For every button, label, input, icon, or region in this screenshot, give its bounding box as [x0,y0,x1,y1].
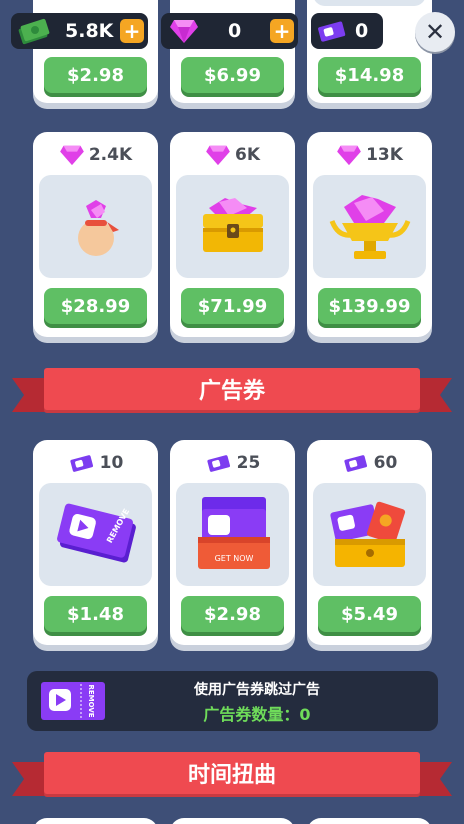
gem-amount: 13K [366,145,403,165]
time-warp-card-2[interactable] [170,818,295,824]
item-image-well: GET NOW [176,483,289,586]
card-header: 60 [307,450,432,476]
plus-icon: + [273,19,291,43]
get-now-text: GET NOW [214,554,253,563]
section-title: 时间扭曲 [44,752,420,794]
ticket-box-icon: GET NOW [197,496,270,569]
gem-amount: 6K [234,145,260,165]
item-image-well [313,175,426,278]
close-button[interactable]: ✕ [415,12,455,52]
ad-ticket-info-panel: REMOVE 使用广告券跳过广告 广告券数量：0 [27,671,438,731]
gem-pack-card-small[interactable]: 2.4K $28.99 [33,132,158,337]
time-warp-card-3[interactable] [307,818,432,824]
gem-amount: 2.4K [88,145,133,165]
ticket-amount: 10 [99,453,124,473]
close-icon: ✕ [424,18,446,46]
gem-icon [206,145,230,166]
item-image-well [313,483,426,586]
cash-icon [18,18,50,45]
treasure-chest-icon [202,197,263,252]
cash-amount: 5.8K [65,20,114,42]
gem-pack-card-large[interactable]: 13K $139.99 [307,132,432,337]
ticket-pack-card-large[interactable]: 60 $5.49 [307,440,432,645]
ad-ticket-icon [207,455,230,472]
price-button[interactable]: $71.99 [181,288,284,324]
gem-trophy-icon [329,194,410,259]
time-warp-card-1[interactable] [33,818,158,824]
info-line-1: 使用广告券跳过广告 [194,682,320,698]
card-header: 25 [170,450,295,476]
ticket-amount: 0 [355,20,369,42]
price-button[interactable]: $2.98 [181,596,284,632]
item-image-well [176,175,289,278]
cash-counter: 5.8K + [11,13,148,49]
card-header: 13K [307,142,432,168]
ad-ticket-icon [318,21,346,42]
gem-icon [170,20,198,43]
price-button[interactable]: $139.99 [318,288,421,324]
item-image-well [313,0,426,6]
gem-icon [337,145,361,166]
plus-icon: + [123,19,141,43]
add-cash-button[interactable]: + [120,19,144,43]
item-image-well: REMOVE [39,483,152,586]
ticket-counter: 0 [311,13,383,49]
ticket-stack-icon: REMOVE [56,503,136,563]
price-button[interactable]: $6.99 [181,57,284,93]
card-header: 6K [170,142,295,168]
gem-bag-icon [77,199,119,256]
section-title: 广告券 [44,368,420,410]
price-button[interactable]: $28.99 [44,288,147,324]
gem-icon [59,145,84,166]
ticket-amount: 25 [236,453,261,473]
card-header: 2.4K [33,142,158,168]
section-banner-time-warp: 时间扭曲 [12,752,452,798]
ticket-text: REMOVE [87,684,95,717]
price-button[interactable]: $1.48 [44,596,147,632]
price-button[interactable]: $5.49 [318,596,421,632]
ticket-count-line: 广告券数量：0 [203,705,311,724]
gem-pack-card-medium[interactable]: 6K $71.99 [170,132,295,337]
price-button[interactable]: $2.98 [44,57,147,93]
ad-ticket-icon [70,455,93,472]
add-gems-button[interactable]: + [270,19,294,43]
price-button[interactable]: $14.98 [318,57,421,93]
ad-ticket-icon: REMOVE [41,682,105,720]
gem-counter: 0 + [161,13,298,49]
ticket-pack-card-medium[interactable]: 25 GET NOW $2.98 [170,440,295,645]
ad-ticket-icon [344,455,367,472]
card-header: 10 [33,450,158,476]
item-image-well [39,175,152,278]
section-banner-ad-tickets: 广告券 [12,368,452,414]
gem-amount: 0 [228,20,242,42]
ticket-pack-card-small[interactable]: 10 REMOVE $1.48 [33,440,158,645]
ticket-amount: 60 [373,453,398,473]
ticket-chest-icon [329,501,405,567]
